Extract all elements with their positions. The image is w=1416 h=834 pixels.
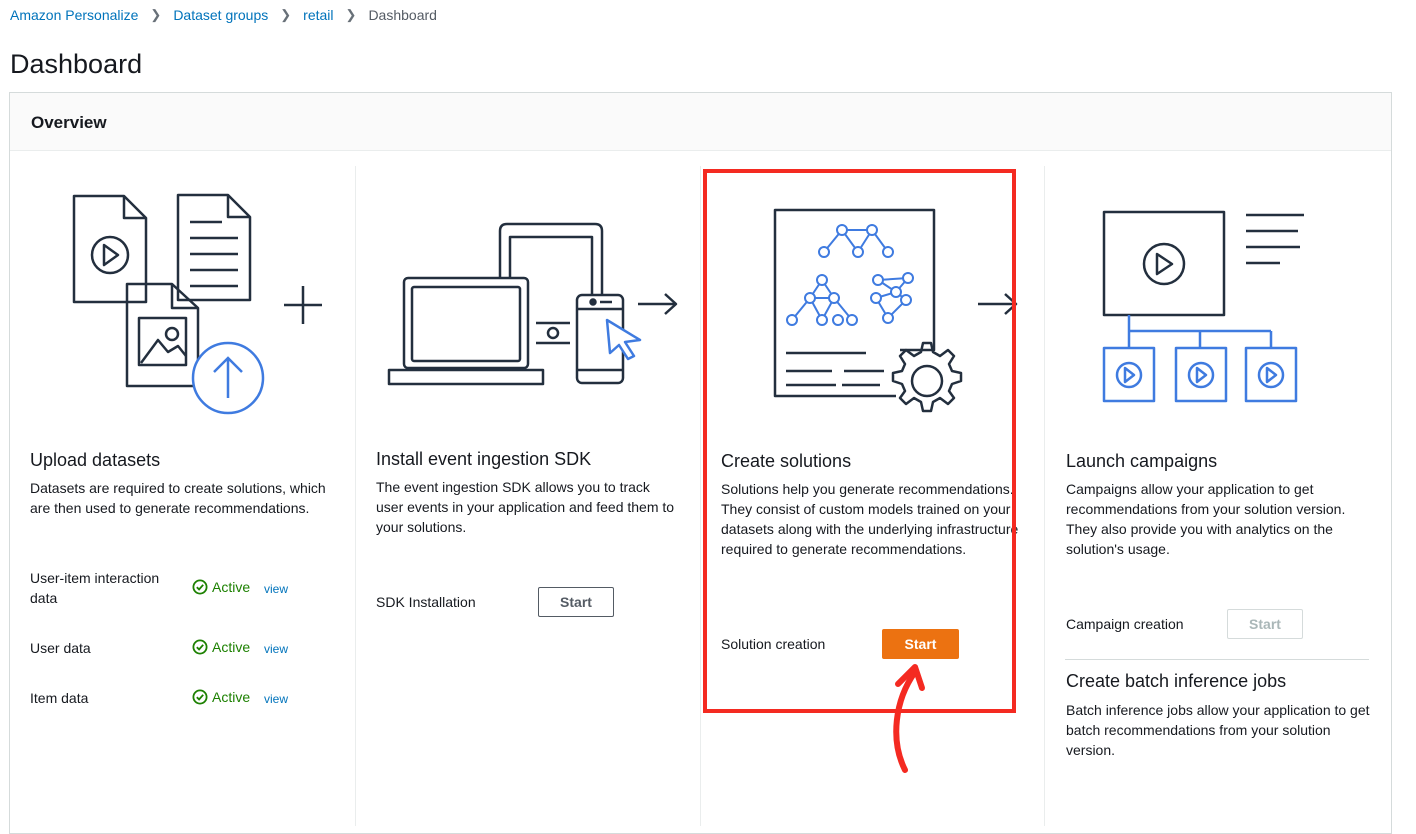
status-badge: Active <box>192 579 250 595</box>
view-item-data-link[interactable]: view <box>264 692 288 706</box>
launch-campaigns-description: Campaigns allow your application to get … <box>1066 481 1346 557</box>
install-sdk-description: The event ingestion SDK allows you to tr… <box>376 479 675 535</box>
status-badge: Active <box>192 689 250 705</box>
campaign-creation-label: Campaign creation <box>1066 616 1184 632</box>
launch-campaigns-title: Launch campaigns <box>1066 451 1218 471</box>
check-circle-icon <box>192 689 208 705</box>
view-user-item-interaction-link[interactable]: view <box>264 582 288 596</box>
section-divider <box>1065 659 1369 660</box>
status-text: Active <box>212 689 251 705</box>
batch-inference-title: Create batch inference jobs <box>1066 671 1287 691</box>
sdk-devices-illustration <box>387 222 678 386</box>
view-user-data-link[interactable]: view <box>264 642 288 656</box>
item-data-label: Item data <box>30 690 89 706</box>
solution-start-button[interactable]: Start <box>882 629 959 659</box>
check-circle-icon <box>192 639 208 655</box>
install-sdk-title: Install event ingestion SDK <box>376 449 592 469</box>
annotation-arrow-icon <box>893 664 925 773</box>
campaigns-illustration <box>1102 210 1304 317</box>
upload-datasets-description: Datasets are required to create solution… <box>30 480 326 516</box>
campaign-tree-icon <box>1102 315 1298 403</box>
status-text: Active <box>212 579 251 595</box>
status-text: Active <box>212 639 251 655</box>
upload-datasets-illustration <box>72 193 322 388</box>
batch-inference-description: Batch inference jobs allow your applicat… <box>1066 702 1370 758</box>
solution-creation-label: Solution creation <box>721 636 826 652</box>
create-solutions-title: Create solutions <box>721 451 852 471</box>
check-circle-icon <box>192 579 208 595</box>
upload-datasets-title: Upload datasets <box>30 450 161 470</box>
create-solutions-description: Solutions help you generate recommendati… <box>721 481 1019 557</box>
upload-arrow-icon <box>191 341 265 415</box>
sdk-installation-label: SDK Installation <box>376 594 476 610</box>
sdk-start-button[interactable]: Start <box>538 587 614 617</box>
campaign-start-button[interactable]: Start <box>1227 609 1303 639</box>
status-badge: Active <box>192 639 250 655</box>
network-graph-icon <box>786 224 914 326</box>
user-data-label: User data <box>30 640 91 656</box>
user-item-interaction-label: User-item interaction data <box>30 570 160 606</box>
